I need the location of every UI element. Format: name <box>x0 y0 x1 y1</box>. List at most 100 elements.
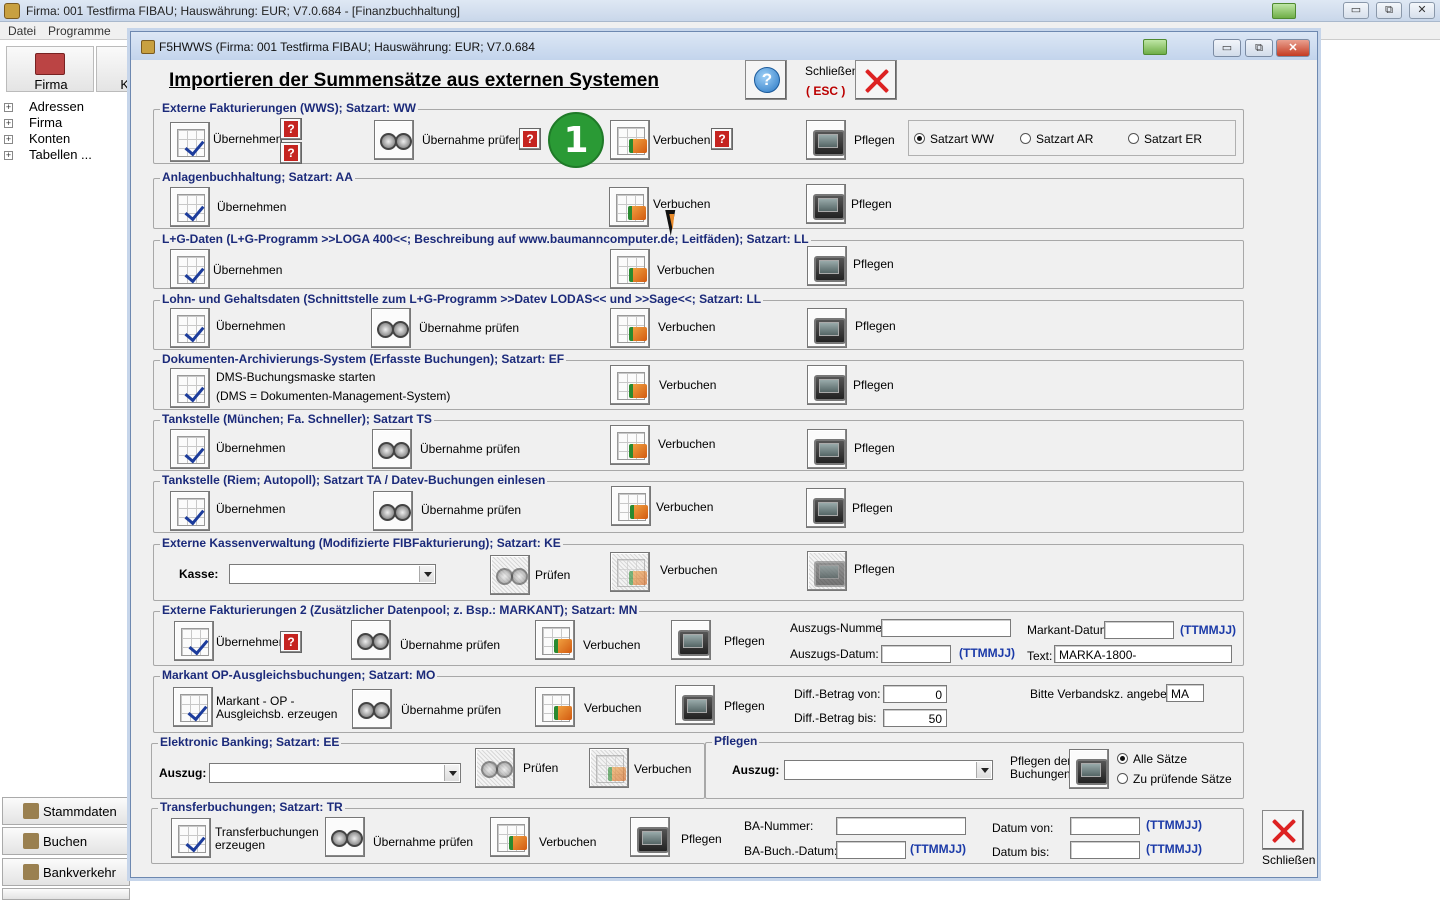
pflegen-button[interactable] <box>806 120 846 160</box>
help-icon[interactable] <box>519 128 541 150</box>
pflegen-button[interactable] <box>807 429 847 469</box>
uebernahme-pruefen-button[interactable] <box>372 429 412 469</box>
verbuchen-button[interactable] <box>610 308 650 348</box>
pflegen-button[interactable] <box>675 685 715 725</box>
group-wws: Externe Fakturierungen (WWS); Satzart: W… <box>153 101 1244 164</box>
text-input[interactable]: MARKA-1800- <box>1054 645 1232 663</box>
toolbar-k-button[interactable]: K <box>96 46 130 92</box>
tree-item-adressen[interactable]: + Adressen <box>4 99 84 115</box>
expand-icon[interactable]: + <box>4 151 13 160</box>
print-icon[interactable] <box>1143 39 1167 55</box>
auszugs-datum-input[interactable] <box>881 645 951 663</box>
help-icon[interactable] <box>280 142 302 164</box>
expand-icon[interactable]: + <box>4 119 13 128</box>
diff-von-input[interactable]: 0 <box>883 685 947 703</box>
uebernahme-pruefen-button[interactable] <box>352 689 392 729</box>
chevron-down-icon[interactable] <box>444 765 459 781</box>
uebernahme-pruefen-button[interactable] <box>373 491 413 531</box>
pflegen-button[interactable] <box>806 184 846 224</box>
datum-von-input[interactable] <box>1070 817 1140 835</box>
verbuchen-button[interactable] <box>609 187 649 227</box>
tree-item-firma[interactable]: + Firma <box>4 115 62 131</box>
pflegen-button[interactable] <box>807 246 847 286</box>
radio-satzart-er[interactable] <box>1128 133 1139 144</box>
dialog-close-button[interactable]: ✕ <box>1276 39 1310 57</box>
restore-button[interactable]: ⧉ <box>1376 2 1402 19</box>
help-icon[interactable] <box>711 128 733 150</box>
print-icon[interactable] <box>1272 3 1296 19</box>
tree-item-tabellen[interactable]: + Tabellen ... <box>4 147 92 163</box>
pflegen-button[interactable] <box>806 488 846 528</box>
nav-buchen[interactable]: Buchen <box>2 827 130 855</box>
diff-bis-input[interactable]: 50 <box>883 709 947 727</box>
uebernehmen-button[interactable] <box>174 621 214 661</box>
pflegen-button[interactable] <box>807 551 847 591</box>
kasse-select[interactable] <box>229 564 436 584</box>
chevron-down-icon[interactable] <box>419 566 434 582</box>
chevron-down-icon[interactable] <box>976 762 991 778</box>
dialog-restore-button[interactable]: ⧉ <box>1245 39 1273 57</box>
radio-satzart-ww[interactable] <box>914 133 925 144</box>
radio-zu-pruefende-saetze[interactable] <box>1117 773 1128 784</box>
pflegen-button[interactable] <box>671 620 711 660</box>
close-x-button[interactable] <box>855 60 897 100</box>
dms-start-button[interactable] <box>170 368 210 408</box>
verbuchen-button[interactable] <box>490 817 530 857</box>
pflegen-button[interactable] <box>807 308 847 348</box>
datum-bis-input[interactable] <box>1070 841 1140 859</box>
radio-satzart-ar[interactable] <box>1020 133 1031 144</box>
help-icon[interactable] <box>280 631 302 653</box>
verbuchen-button[interactable] <box>611 486 651 526</box>
uebernehmen-button[interactable] <box>170 429 210 469</box>
pflegen-buchungen-button[interactable] <box>1069 749 1109 789</box>
expand-icon[interactable]: + <box>4 103 13 112</box>
close-app-button[interactable]: ✕ <box>1409 2 1435 19</box>
nav-more[interactable] <box>2 888 130 900</box>
expand-icon[interactable]: + <box>4 135 13 144</box>
uebernehmen-button[interactable] <box>170 308 210 348</box>
toolbar-firma-button[interactable]: Firma <box>6 46 94 92</box>
verbuchen-button[interactable] <box>535 687 575 727</box>
pruefen-button[interactable] <box>490 555 530 595</box>
uebernehmen-button[interactable] <box>170 491 210 531</box>
uebernahme-pruefen-button[interactable] <box>374 120 414 160</box>
ba-nummer-input[interactable] <box>836 817 966 835</box>
pflegen-auszug-label: Auszug: <box>732 763 780 777</box>
verbuchen-button[interactable] <box>610 365 650 405</box>
uebernehmen-button[interactable] <box>170 249 210 289</box>
datum-von-label: Datum von: <box>992 821 1054 835</box>
uebernahme-pruefen-button[interactable] <box>351 620 391 660</box>
uebernahme-pruefen-button[interactable] <box>325 817 365 857</box>
auszugs-nummer-input[interactable] <box>881 619 1011 637</box>
help-icon[interactable] <box>280 118 302 140</box>
markant-datum-input[interactable] <box>1104 621 1174 639</box>
nav-stammdaten[interactable]: Stammdaten <box>2 797 130 825</box>
uebernahme-pruefen-button[interactable] <box>371 308 411 348</box>
menu-programme[interactable]: Programme <box>48 24 111 38</box>
minimize-button[interactable]: ▭ <box>1343 2 1369 19</box>
uebernehmen-button[interactable] <box>170 122 210 162</box>
auszug-select[interactable] <box>209 763 461 783</box>
verbuchen-button[interactable] <box>610 425 650 465</box>
ba-datum-input[interactable] <box>836 841 906 859</box>
nav-bankverkehr[interactable]: Bankverkehr <box>2 858 130 886</box>
dialog-minimize-button[interactable]: ▭ <box>1213 39 1241 57</box>
uebernehmen-button[interactable] <box>170 187 210 227</box>
verbuchen-button[interactable] <box>589 748 629 788</box>
transferbuchungen-erzeugen-button[interactable] <box>171 818 211 858</box>
verbuchen-button[interactable] <box>610 249 650 289</box>
tree-item-konten[interactable]: + Konten <box>4 131 70 147</box>
radio-alle-saetze[interactable] <box>1117 753 1128 764</box>
pruefen-button[interactable] <box>475 748 515 788</box>
bottom-close-button[interactable] <box>1262 810 1304 850</box>
markant-op-erzeugen-button[interactable] <box>173 687 213 727</box>
pflegen-button[interactable] <box>630 817 670 857</box>
verbuchen-button[interactable] <box>610 120 650 160</box>
verbuchen-button[interactable] <box>610 552 650 592</box>
menu-datei[interactable]: Datei <box>8 24 36 38</box>
help-button[interactable]: ? <box>745 60 787 100</box>
pflegen-button[interactable] <box>807 365 847 405</box>
verbuchen-button[interactable] <box>535 620 575 660</box>
verband-input[interactable]: MA <box>1166 684 1204 702</box>
pflegen-auszug-select[interactable] <box>784 760 993 780</box>
